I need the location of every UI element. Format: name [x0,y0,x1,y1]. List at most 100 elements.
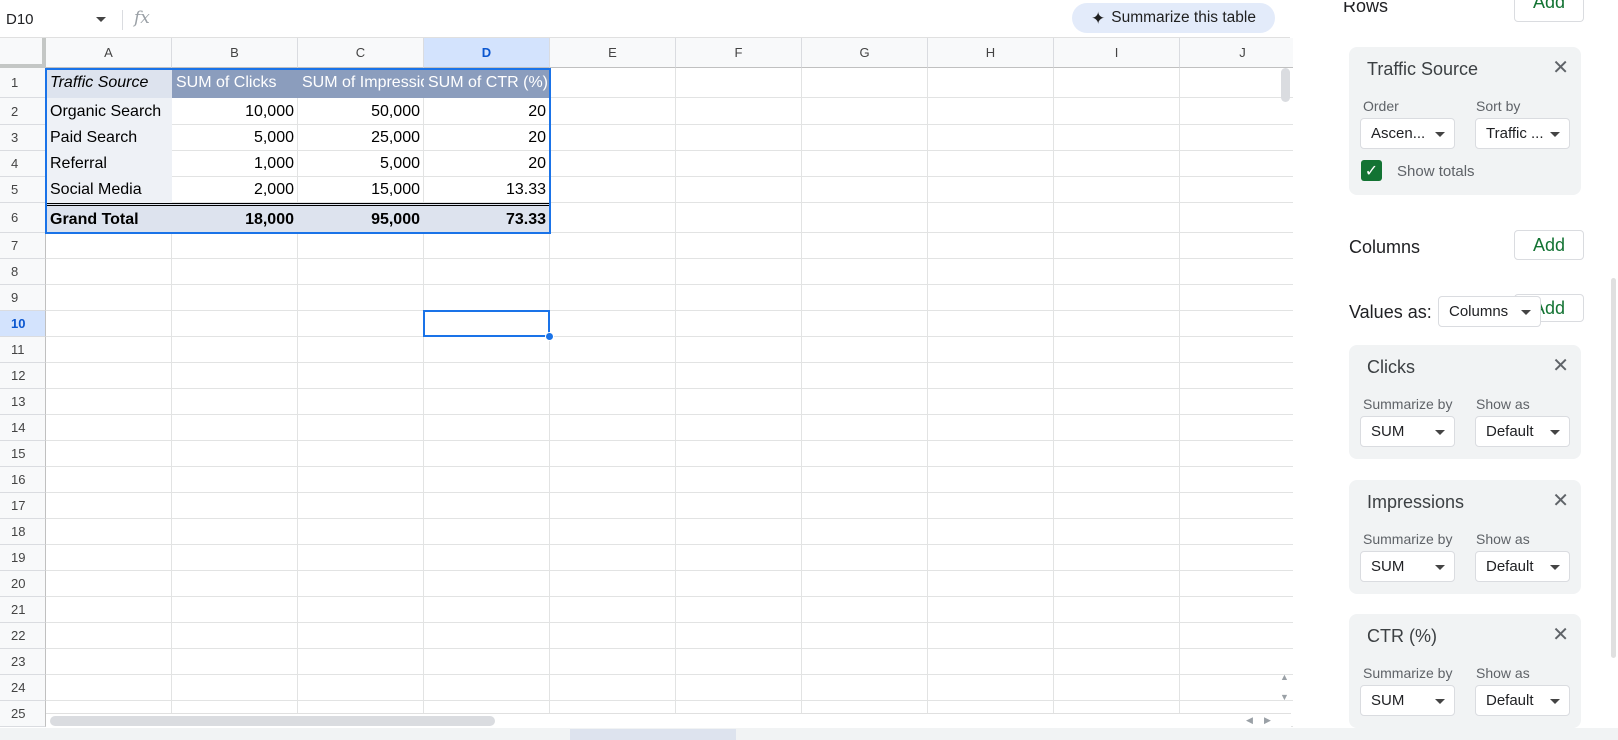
select-all-corner[interactable] [0,38,46,68]
close-icon[interactable]: ✕ [1552,356,1569,376]
vertical-scrollbar[interactable] [1281,68,1290,102]
column-header-j[interactable]: J [1180,38,1293,68]
show-as-dropdown[interactable]: Default [1475,551,1570,582]
gridline [46,414,1293,415]
summarize-by-dropdown[interactable]: SUM [1360,551,1455,582]
column-header-g[interactable]: G [802,38,928,68]
sort-by-dropdown[interactable]: Traffic ... [1475,118,1570,149]
pivot-value-cell[interactable]: 13.33 [424,177,550,203]
sheet-tabs-scroll[interactable] [570,729,736,740]
fill-handle[interactable] [545,332,554,341]
row-header-8[interactable]: 8 [0,259,46,285]
row-header-12[interactable]: 12 [0,363,46,389]
scroll-up-arrow-icon[interactable]: ▲ [1280,672,1289,682]
row-header-21[interactable]: 21 [0,597,46,623]
pivot-value-cell[interactable]: 20 [424,98,550,125]
summarize-by-dropdown[interactable]: SUM [1360,416,1455,447]
pivot-row-label[interactable]: Social Media [46,177,172,203]
row-header-6[interactable]: 6 [0,203,46,233]
sheet-grid[interactable]: ABCDEFGHIJ 1 2 3 4 5 6 7 8 9 10 11 12 13 14 15 16 17 18 19… [0,38,1293,728]
order-dropdown[interactable]: Ascen... [1360,118,1455,149]
pivot-value-cell[interactable]: 25,000 [298,125,424,151]
row-header-2[interactable]: 2 [0,98,46,125]
sparkle-icon: ✦ [1091,8,1106,28]
column-header-f[interactable]: F [676,38,802,68]
scroll-down-arrow-icon[interactable]: ▼ [1280,692,1289,702]
pivot-value-cell[interactable]: 20 [424,125,550,151]
pivot-row-label[interactable]: Paid Search [46,125,172,151]
row-header-7[interactable]: 7 [0,233,46,259]
chevron-down-icon [1550,565,1560,570]
grand-total-cell[interactable]: 18,000 [172,203,298,233]
show-totals-checkbox[interactable]: ✓ [1361,160,1382,181]
pivot-value-cell[interactable]: 1,000 [172,151,298,177]
pivot-header-cell[interactable]: Traffic Source [46,68,172,98]
grand-total-label[interactable]: Grand Total [46,203,172,233]
pivot-header-cell[interactable]: SUM of Clicks [172,68,298,98]
row-header-23[interactable]: 23 [0,649,46,675]
grand-total-cell[interactable]: 73.33 [424,203,550,233]
spreadsheet-app: D10 fx ✦ Summarize this table ABCDEFGHIJ… [0,0,1618,740]
values-as-dropdown[interactable]: Columns [1438,296,1541,327]
scroll-right-arrow-icon[interactable]: ▶ [1264,715,1271,726]
row-header-16[interactable]: 16 [0,467,46,493]
column-header-c[interactable]: C [298,38,424,68]
summarize-table-button[interactable]: ✦ Summarize this table [1072,3,1275,33]
row-header-22[interactable]: 22 [0,623,46,649]
name-box-dropdown-icon[interactable] [96,17,106,22]
gridline [801,68,802,727]
row-header-1[interactable]: 1 [0,68,46,98]
panel-scrollbar[interactable] [1611,278,1616,658]
show-totals-label: Show totals [1397,163,1475,180]
pivot-row-label[interactable]: Referral [46,151,172,177]
gridline [46,700,1293,701]
gridline [46,648,1293,649]
row-header-5[interactable]: 5 [0,177,46,203]
column-header-d[interactable]: D [424,38,550,68]
pivot-value-cell[interactable]: 5,000 [298,151,424,177]
pivot-value-cell[interactable]: 20 [424,151,550,177]
column-header-e[interactable]: E [550,38,676,68]
column-header-i[interactable]: I [1054,38,1180,68]
show-as-dropdown[interactable]: Default [1475,685,1570,716]
scroll-left-arrow-icon[interactable]: ◀ [1246,715,1253,726]
row-header-18[interactable]: 18 [0,519,46,545]
active-cell-outline[interactable] [423,310,550,337]
row-header-13[interactable]: 13 [0,389,46,415]
gridline [46,570,1293,571]
grand-total-cell[interactable]: 95,000 [298,203,424,233]
row-header-9[interactable]: 9 [0,285,46,311]
columns-add-button[interactable]: Add [1514,230,1584,260]
row-header-4[interactable]: 4 [0,151,46,177]
pivot-value-cell[interactable]: 15,000 [298,177,424,203]
gridline [46,388,1293,389]
pivot-value-cell[interactable]: 50,000 [298,98,424,125]
row-header-3[interactable]: 3 [0,125,46,151]
horizontal-scrollbar[interactable] [50,716,495,726]
row-header-25[interactable]: 25 [0,701,46,727]
column-header-b[interactable]: B [172,38,298,68]
row-header-17[interactable]: 17 [0,493,46,519]
close-icon[interactable]: ✕ [1552,58,1569,78]
row-header-24[interactable]: 24 [0,675,46,701]
row-header-15[interactable]: 15 [0,441,46,467]
row-header-19[interactable]: 19 [0,545,46,571]
pivot-value-cell[interactable]: 2,000 [172,177,298,203]
row-header-10[interactable]: 10 [0,311,46,337]
rows-add-button[interactable]: Add [1514,0,1584,22]
column-header-a[interactable]: A [46,38,172,68]
pivot-value-cell[interactable]: 5,000 [172,125,298,151]
close-icon[interactable]: ✕ [1552,491,1569,511]
row-header-11[interactable]: 11 [0,337,46,363]
pivot-header-cell[interactable]: SUM of CTR (%) [424,68,550,98]
pivot-header-cell[interactable]: SUM of Impressions [298,68,424,98]
close-icon[interactable]: ✕ [1552,625,1569,645]
pivot-value-cell[interactable]: 10,000 [172,98,298,125]
summarize-by-dropdown[interactable]: SUM [1360,685,1455,716]
column-header-h[interactable]: H [928,38,1054,68]
row-header-14[interactable]: 14 [0,415,46,441]
show-as-dropdown[interactable]: Default [1475,416,1570,447]
gridline [46,258,1293,259]
row-header-20[interactable]: 20 [0,571,46,597]
pivot-row-label[interactable]: Organic Search [46,98,172,125]
